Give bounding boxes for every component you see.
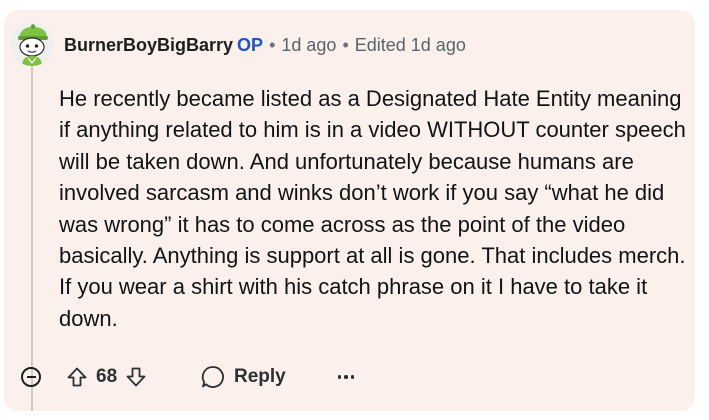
- reply-button[interactable]: Reply: [200, 362, 286, 392]
- vote-score: 68: [96, 366, 118, 387]
- speech-bubble-icon: [201, 366, 224, 388]
- arrow-down-icon: [126, 367, 146, 387]
- vote-group: 68: [62, 362, 151, 392]
- comment-action-row: 68 Reply: [0, 358, 709, 398]
- op-badge: OP: [237, 35, 264, 55]
- avatar[interactable]: [10, 22, 54, 66]
- collapse-button[interactable]: [21, 367, 41, 387]
- snoo-avatar-icon: [10, 22, 54, 66]
- reply-label: Reply: [234, 366, 286, 387]
- ellipsis-icon: [337, 375, 342, 379]
- ellipsis-icon: [344, 375, 348, 379]
- more-options-button[interactable]: [332, 362, 360, 392]
- ellipsis-icon: [350, 375, 355, 379]
- meta-separator: •: [269, 35, 276, 55]
- arrow-up-icon: [67, 367, 87, 387]
- posted-time[interactable]: 1d ago: [281, 35, 336, 55]
- comment-text: He recently became listed as a Designate…: [59, 86, 686, 331]
- username-link[interactable]: BurnerBoyBigBarry: [64, 35, 233, 55]
- downvote-button[interactable]: [121, 362, 151, 392]
- comment-meta: BurnerBoyBigBarry OP • 1d ago • Edited 1d ago: [64, 33, 466, 57]
- minus-circle-icon: [26, 376, 36, 378]
- upvote-button[interactable]: [62, 362, 92, 392]
- meta-separator: •: [342, 35, 349, 55]
- edited-time: Edited 1d ago: [354, 35, 466, 55]
- comment-body: He recently became listed as a Designate…: [59, 83, 689, 334]
